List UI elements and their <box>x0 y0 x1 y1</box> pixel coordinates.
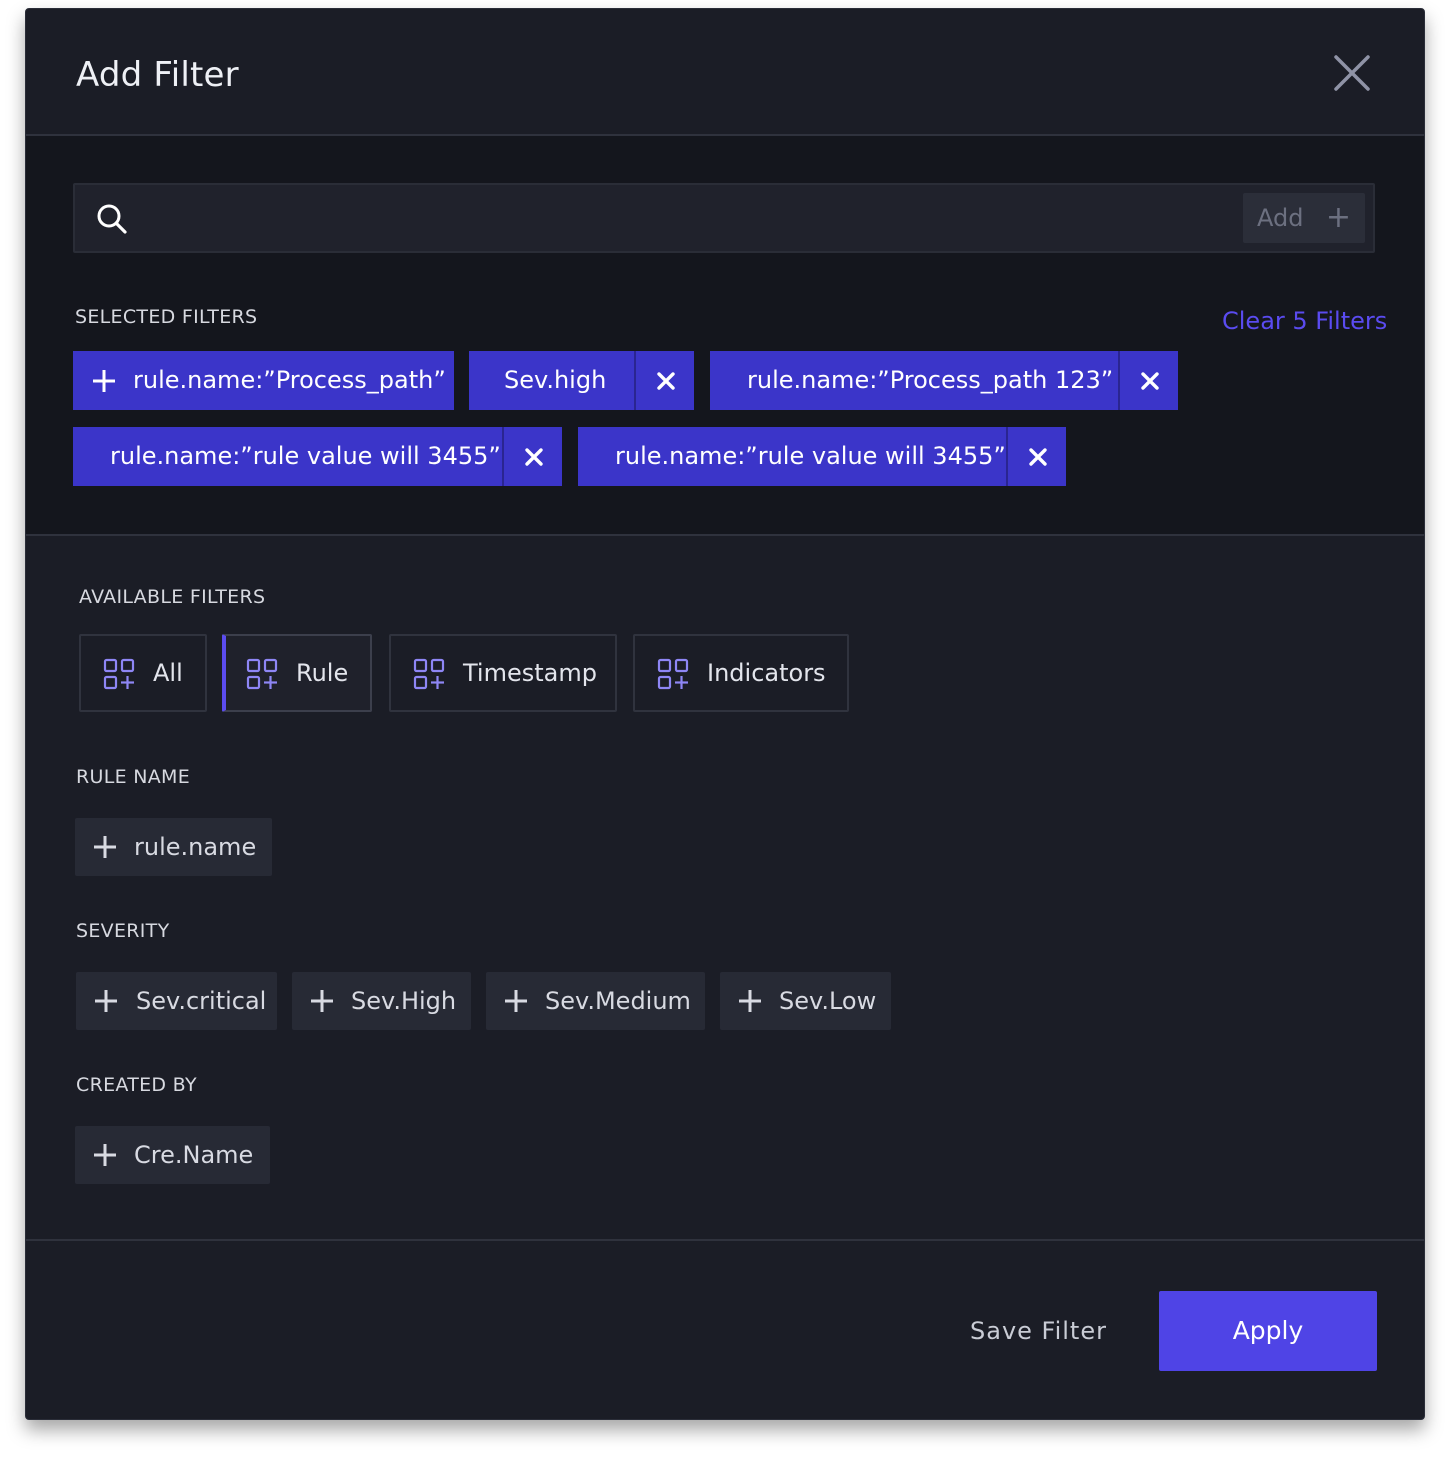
close-button[interactable] <box>1326 49 1376 99</box>
dialog-footer: Save Filter Apply <box>26 1239 1424 1419</box>
selected-filter-chip[interactable]: rule.name:”rule value will 3455” <box>578 427 1066 486</box>
save-filter-button[interactable]: Save Filter <box>970 1315 1107 1347</box>
remove-chip-button[interactable] <box>1006 427 1066 486</box>
option-sev-low[interactable]: Sev.Low <box>720 972 891 1030</box>
option-label: rule.name <box>134 833 257 861</box>
selected-filter-chip[interactable]: rule.name:”Process_path 123” <box>710 351 1178 410</box>
grid-add-icon <box>246 658 278 690</box>
close-icon <box>1029 448 1047 466</box>
available-filters-section: AVAILABLE FILTERS All Rule Timestamp Ind… <box>26 536 1424 1239</box>
available-filters-heading: AVAILABLE FILTERS <box>79 586 266 608</box>
search-icon <box>97 204 127 234</box>
close-icon <box>1141 372 1159 390</box>
apply-button[interactable]: Apply <box>1159 1291 1377 1371</box>
plus-icon <box>505 990 527 1012</box>
clear-filters-link[interactable]: Clear 5 Filters <box>1222 306 1387 336</box>
selected-filters-section: Add + SELECTED FILTERS Clear 5 Filters r… <box>26 136 1424 536</box>
grid-add-icon <box>103 658 135 690</box>
option-label: Sev.critical <box>136 987 267 1015</box>
option-sev-high[interactable]: Sev.High <box>292 972 471 1030</box>
tab-timestamp[interactable]: Timestamp <box>389 634 617 712</box>
rule-name-heading: RULE NAME <box>76 766 191 788</box>
option-label: Sev.Low <box>779 987 877 1015</box>
plus-icon <box>94 836 116 858</box>
option-label: Sev.High <box>351 987 457 1015</box>
remove-chip-button[interactable] <box>634 351 694 410</box>
chip-label: rule.name:”Process_path 123” <box>747 366 1114 394</box>
plus-icon <box>94 1144 116 1166</box>
plus-icon <box>93 370 115 392</box>
remove-chip-button[interactable] <box>1118 351 1178 410</box>
dialog-title: Add Filter <box>76 55 239 95</box>
dialog-header: Add Filter <box>26 9 1424 136</box>
close-icon <box>657 372 675 390</box>
plus-icon <box>311 990 333 1012</box>
close-icon <box>1334 55 1370 91</box>
option-label: Cre.Name <box>134 1141 254 1169</box>
search-input[interactable] <box>145 197 1239 241</box>
selected-filter-chip[interactable]: rule.name:”Process_path” <box>73 351 454 410</box>
plus-icon: + <box>1325 200 1351 235</box>
plus-icon <box>739 990 761 1012</box>
tab-indicators[interactable]: Indicators <box>633 634 849 712</box>
chip-label: Sev.high <box>504 366 607 394</box>
option-sev-critical[interactable]: Sev.critical <box>76 972 277 1030</box>
option-label: Sev.Medium <box>545 987 691 1015</box>
tab-all[interactable]: All <box>79 634 207 712</box>
plus-icon <box>95 990 117 1012</box>
created-by-heading: CREATED BY <box>76 1074 197 1096</box>
chip-label: rule.name:”Process_path” <box>133 366 446 394</box>
tab-label: Indicators <box>707 659 826 687</box>
add-button-label: Add <box>1257 204 1304 232</box>
tab-label: All <box>153 659 183 687</box>
selected-filter-chip[interactable]: Sev.high <box>469 351 694 410</box>
tab-rule[interactable]: Rule <box>222 634 372 712</box>
remove-chip-button[interactable] <box>502 427 562 486</box>
option-sev-medium[interactable]: Sev.Medium <box>486 972 705 1030</box>
search-box: Add + <box>73 183 1375 253</box>
chip-label: rule.name:”rule value will 3455” <box>110 442 501 470</box>
add-filter-dialog: Add Filter Add + SELECTED FILTERS Clear … <box>25 8 1425 1420</box>
selected-filters-heading: SELECTED FILTERS <box>75 306 258 328</box>
add-button[interactable]: Add + <box>1243 193 1365 243</box>
tab-label: Rule <box>296 659 349 687</box>
option-cre-name[interactable]: Cre.Name <box>75 1126 270 1184</box>
grid-add-icon <box>657 658 689 690</box>
selected-filter-chip[interactable]: rule.name:”rule value will 3455” <box>73 427 562 486</box>
option-rule-name[interactable]: rule.name <box>75 818 272 876</box>
close-icon <box>525 448 543 466</box>
severity-heading: SEVERITY <box>76 920 170 942</box>
tab-label: Timestamp <box>463 659 597 687</box>
grid-add-icon <box>413 658 445 690</box>
chip-label: rule.name:”rule value will 3455” <box>615 442 1006 470</box>
